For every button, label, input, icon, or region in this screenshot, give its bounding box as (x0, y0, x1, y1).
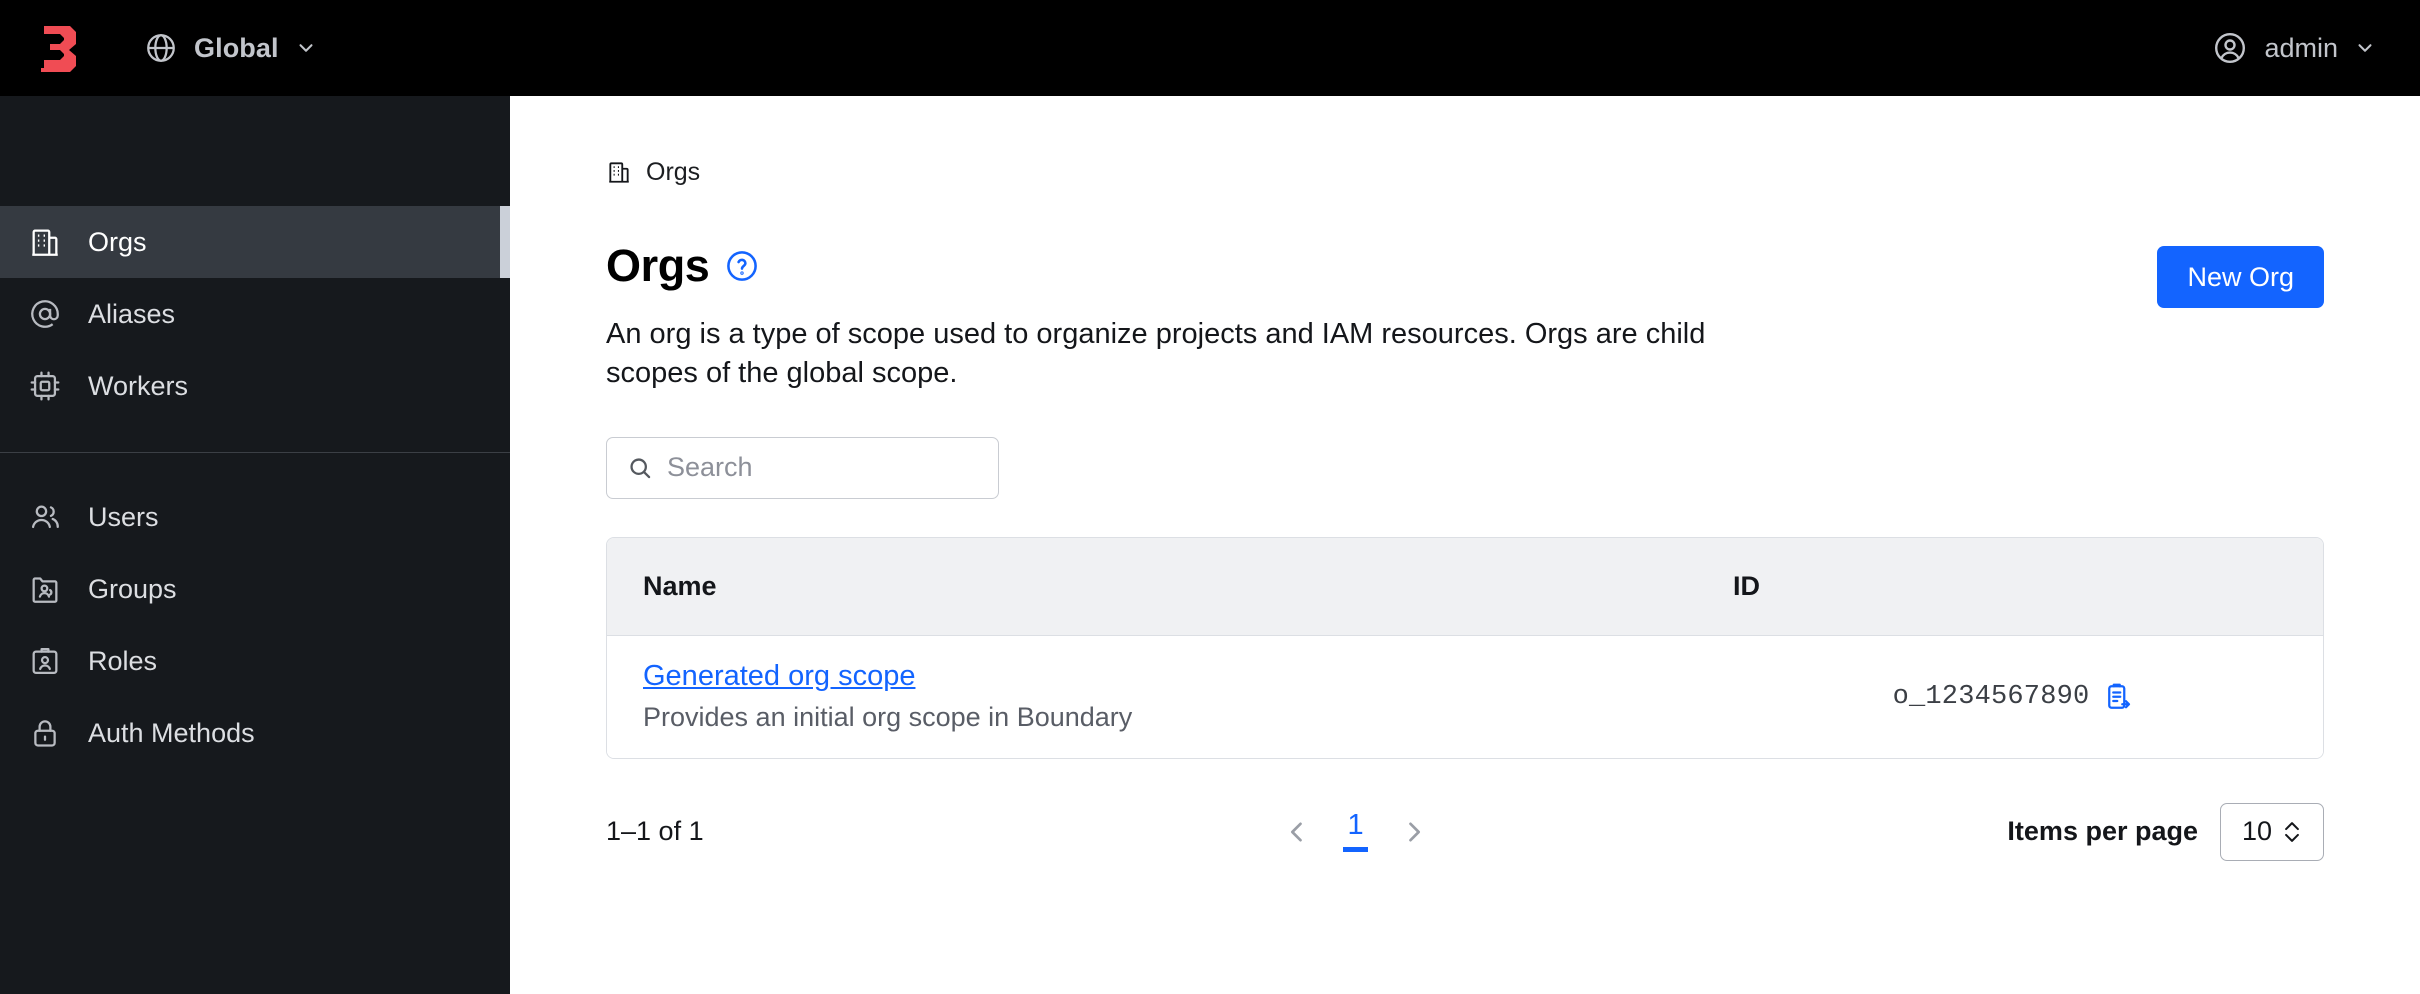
pagination-summary: 1–1 of 1 (606, 816, 704, 847)
page-header: Orgs An org is a type of scope used to o… (606, 242, 2324, 393)
org-id-value: o_1234567890 (1892, 681, 2090, 712)
id-badge-icon (32, 647, 58, 675)
sidebar-item-groups[interactable]: Groups (0, 553, 510, 625)
sidebar-item-label: Groups (88, 573, 177, 604)
chevron-left-icon[interactable] (1283, 818, 1311, 846)
sidebar-item-auth-methods[interactable]: Auth Methods (0, 697, 510, 769)
sidebar-item-label: Workers (88, 370, 189, 401)
page-number-1[interactable]: 1 (1343, 811, 1368, 853)
org-description: Provides an initial org scope in Boundar… (643, 702, 1133, 733)
at-sign-icon (31, 300, 59, 328)
folder-users-icon (32, 577, 58, 603)
items-per-page-label: Items per page (2007, 816, 2198, 847)
user-menu[interactable]: admin (2212, 30, 2376, 66)
column-header-name: Name (643, 570, 717, 601)
building-icon (32, 229, 58, 256)
page-header-left: Orgs An org is a type of scope used to o… (606, 242, 1711, 393)
help-circle-icon[interactable] (725, 249, 759, 283)
cpu-icon (30, 371, 60, 401)
lock-icon (34, 720, 56, 747)
copy-clipboard-icon[interactable] (2103, 682, 2133, 712)
chevron-updown-icon (2285, 822, 2299, 842)
table-header-row: Name ID (607, 537, 2323, 636)
building-icon (609, 162, 629, 183)
sidebar-group-resources: Orgs Aliases Workers (0, 96, 510, 422)
globe-icon (147, 34, 175, 62)
items-per-page-select[interactable]: 10 (2220, 802, 2324, 861)
sidebar-group-iam: Users Groups Roles Auth Methods (0, 481, 510, 769)
table-cell-name: Generated org scope Provides an initial … (607, 660, 1733, 733)
sidebar-item-label: Users (88, 501, 159, 532)
title-row: Orgs (606, 242, 1711, 289)
items-per-page: Items per page 10 (2007, 802, 2324, 861)
new-org-button[interactable]: New Org (2157, 246, 2324, 308)
sidebar-item-users[interactable]: Users (0, 481, 510, 553)
org-name-link[interactable]: Generated org scope (643, 660, 915, 693)
sidebar-item-workers[interactable]: Workers (0, 350, 510, 422)
breadcrumb-label[interactable]: Orgs (646, 158, 700, 187)
page-description: An org is a type of scope used to organi… (606, 318, 1706, 390)
top-bar: Global admin (0, 0, 2420, 96)
chevron-down-icon (2358, 44, 2372, 52)
pagination-bar: 1–1 of 1 1 Items per page 10 (606, 802, 2324, 861)
user-circle-icon (2215, 33, 2246, 63)
active-indicator (500, 206, 510, 278)
sidebar-item-label: Aliases (88, 298, 176, 329)
chevron-right-icon[interactable] (1400, 818, 1428, 846)
chevron-down-icon (299, 44, 313, 52)
sidebar-item-aliases[interactable]: Aliases (0, 278, 510, 350)
boundary-logo[interactable] (36, 22, 84, 74)
main-content: Orgs Orgs An org is a type of scope used… (510, 96, 2420, 994)
table-row: Generated org scope Provides an initial … (607, 635, 2323, 758)
scope-switcher[interactable]: Global (144, 31, 317, 65)
sidebar: Orgs Aliases Workers Users Groups Roles … (0, 96, 510, 994)
orgs-table: Name ID Generated org scope Provides an … (606, 536, 2324, 759)
search-icon (630, 458, 651, 479)
table-cell-id: o_1234567890 (1733, 682, 2293, 712)
pager-controls: 1 (704, 811, 2008, 853)
breadcrumb: Orgs (606, 156, 2324, 188)
column-header-id: ID (1733, 570, 1760, 601)
scope-label: Global (194, 32, 279, 63)
sidebar-item-label: Orgs (88, 226, 147, 257)
search-input[interactable] (667, 452, 978, 484)
sidebar-item-roles[interactable]: Roles (0, 625, 510, 697)
search-field[interactable] (606, 436, 999, 499)
items-per-page-value: 10 (2241, 816, 2273, 847)
users-icon (31, 505, 59, 529)
user-name-label: admin (2264, 32, 2338, 63)
sidebar-item-orgs[interactable]: Orgs (0, 206, 510, 278)
sidebar-item-label: Auth Methods (88, 717, 255, 748)
page-title: Orgs (606, 240, 710, 291)
sidebar-item-label: Roles (88, 645, 158, 676)
sidebar-divider (0, 452, 510, 453)
